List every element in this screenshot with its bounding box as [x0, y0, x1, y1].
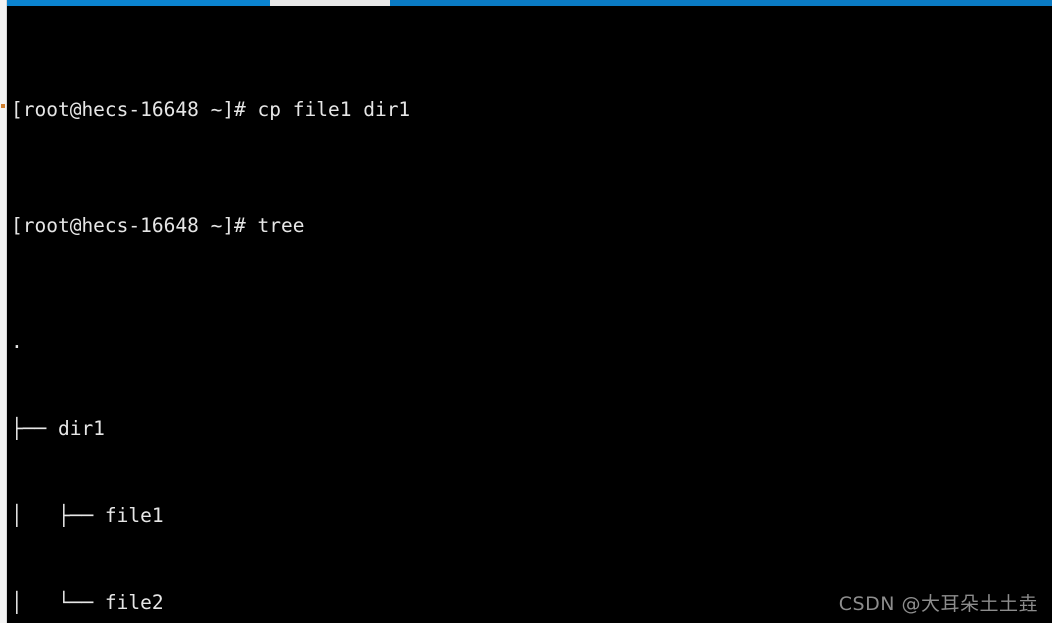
terminal-canvas[interactable]: [root@hecs-16648 ~]# cp file1 dir1 [root… [7, 0, 1052, 623]
console-output[interactable]: [root@hecs-16648 ~]# cp file1 dir1 [root… [7, 6, 1052, 623]
prompt-2: [root@hecs-16648 ~]# [11, 214, 246, 237]
top-accent-bar-remainder [390, 0, 1052, 5]
gutter-marker-icon [1, 104, 5, 108]
prompt-1: [root@hecs-16648 ~]# [11, 98, 246, 121]
command-line-1: [root@hecs-16648 ~]# cp file1 dir1 [11, 95, 1052, 124]
watermark: CSDN @大耳朵土土垚 [838, 593, 1038, 615]
terminal-window: [root@hecs-16648 ~]# cp file1 dir1 [root… [0, 0, 1052, 623]
left-gutter [0, 0, 7, 623]
tree-root: . [11, 330, 23, 353]
command-text-1: cp file1 dir1 [245, 98, 411, 121]
command-line-2: [root@hecs-16648 ~]# tree [11, 211, 1052, 240]
command-text-2: tree [245, 214, 305, 237]
tree-entry-dir1-file1: │ ├── file1 [11, 504, 164, 527]
tree-entry-dir1: ├── dir1 [11, 417, 105, 440]
